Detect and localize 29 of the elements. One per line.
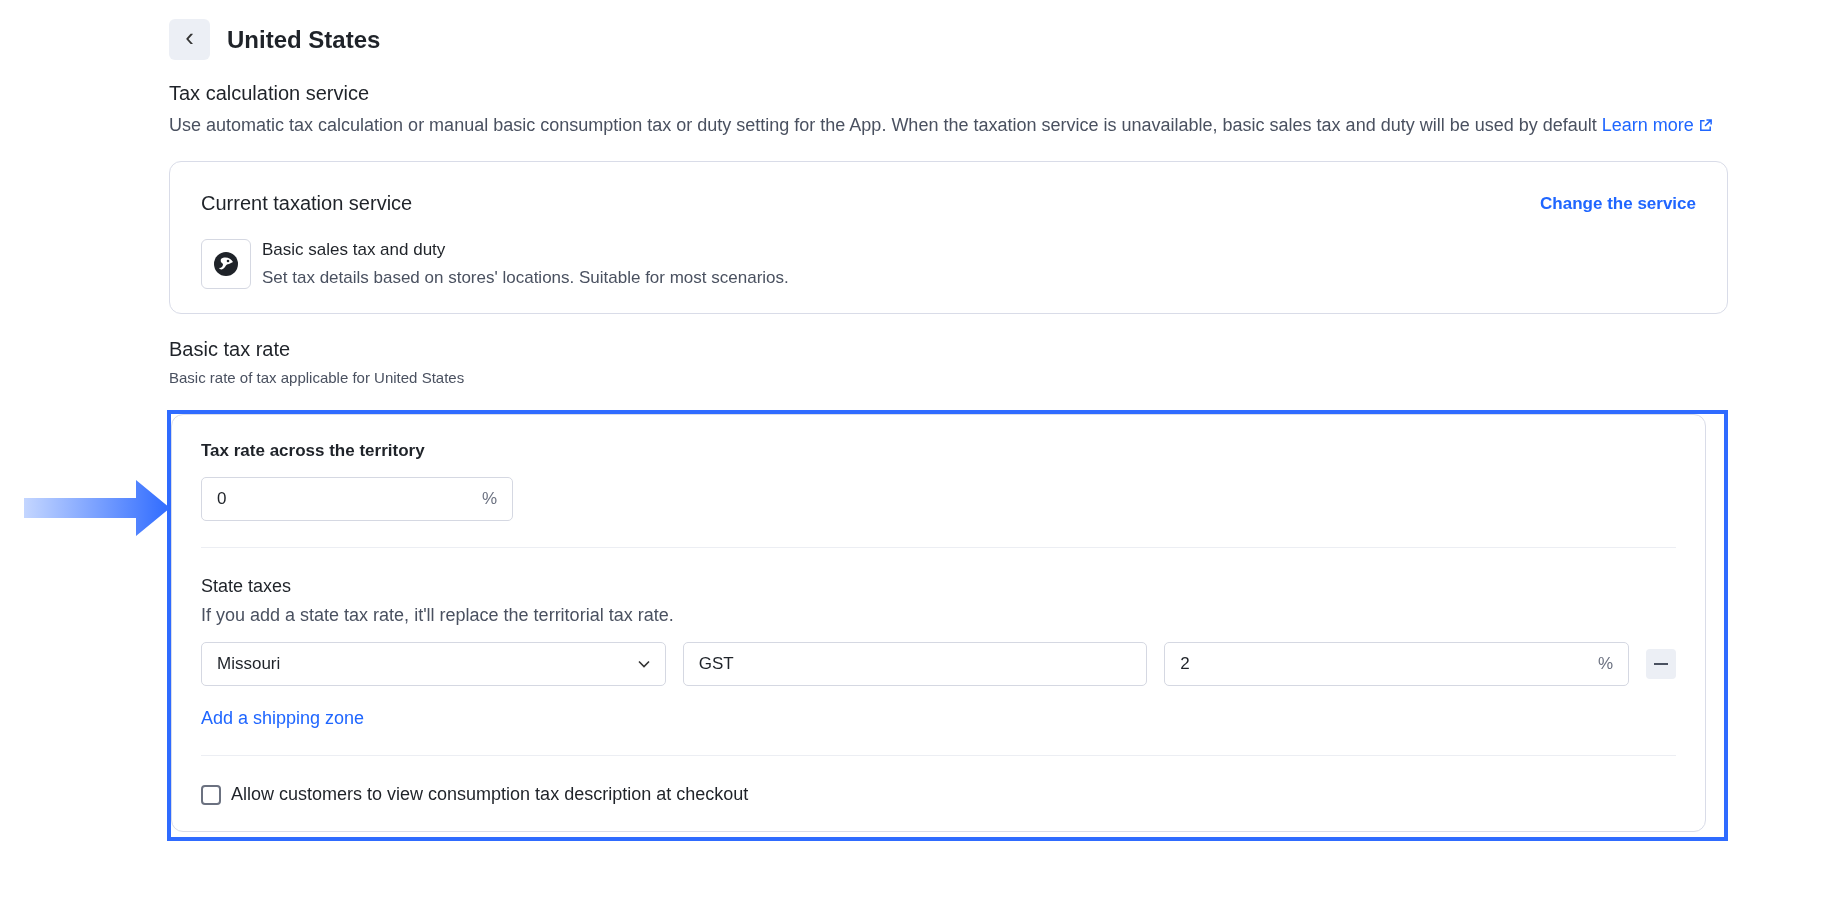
service-name: Basic sales tax and duty xyxy=(262,240,447,260)
state-taxes-title: State taxes xyxy=(201,576,293,597)
section-title: Basic tax rate xyxy=(169,338,292,361)
add-shipping-zone-link[interactable]: Add a shipping zone xyxy=(201,708,365,729)
chevron-down-icon xyxy=(637,660,650,668)
territory-rate-field[interactable]: 0 % xyxy=(201,477,513,521)
section-subtitle: Basic rate of tax applicable for United States xyxy=(169,369,466,386)
percent-unit: % xyxy=(1597,654,1613,674)
section-description: Use automatic tax calculation or manual basic consumption tax or duty setting for the App. When the taxation service is unavailable, basic sales tax and duty will be used by default Learn more xyxy=(169,109,1823,141)
percent-unit: % xyxy=(481,489,497,509)
back-button[interactable]: ‹ xyxy=(169,19,210,60)
tax-name-field[interactable]: GST xyxy=(682,642,1148,686)
arrow-icon xyxy=(24,480,170,536)
state-select[interactable]: Missouri xyxy=(201,642,666,686)
minus-icon xyxy=(1654,663,1668,665)
state-taxes-description: If you add a state tax rate, it'll replace the territorial tax rate. xyxy=(201,605,675,626)
service-description: Set tax details based on stores' locations. Suitable for most scenarios. xyxy=(262,268,789,288)
checkbox[interactable] xyxy=(201,784,221,805)
field-label: Tax rate across the territory xyxy=(201,441,426,461)
change-service-link[interactable]: Change the service xyxy=(1540,193,1696,214)
tax-rate-field[interactable]: 2 % xyxy=(1164,642,1629,686)
external-link-icon xyxy=(1697,118,1713,133)
learn-more-link[interactable]: Learn more xyxy=(1601,115,1713,135)
checkbox-label: Allow customers to view consumption tax description at checkout xyxy=(231,784,749,805)
section-title: Tax calculation service xyxy=(169,82,371,105)
remove-button[interactable] xyxy=(1646,649,1676,679)
service-logo-icon xyxy=(201,239,251,289)
card-title: Current taxation service xyxy=(201,192,413,215)
page-title: United States xyxy=(227,25,381,54)
